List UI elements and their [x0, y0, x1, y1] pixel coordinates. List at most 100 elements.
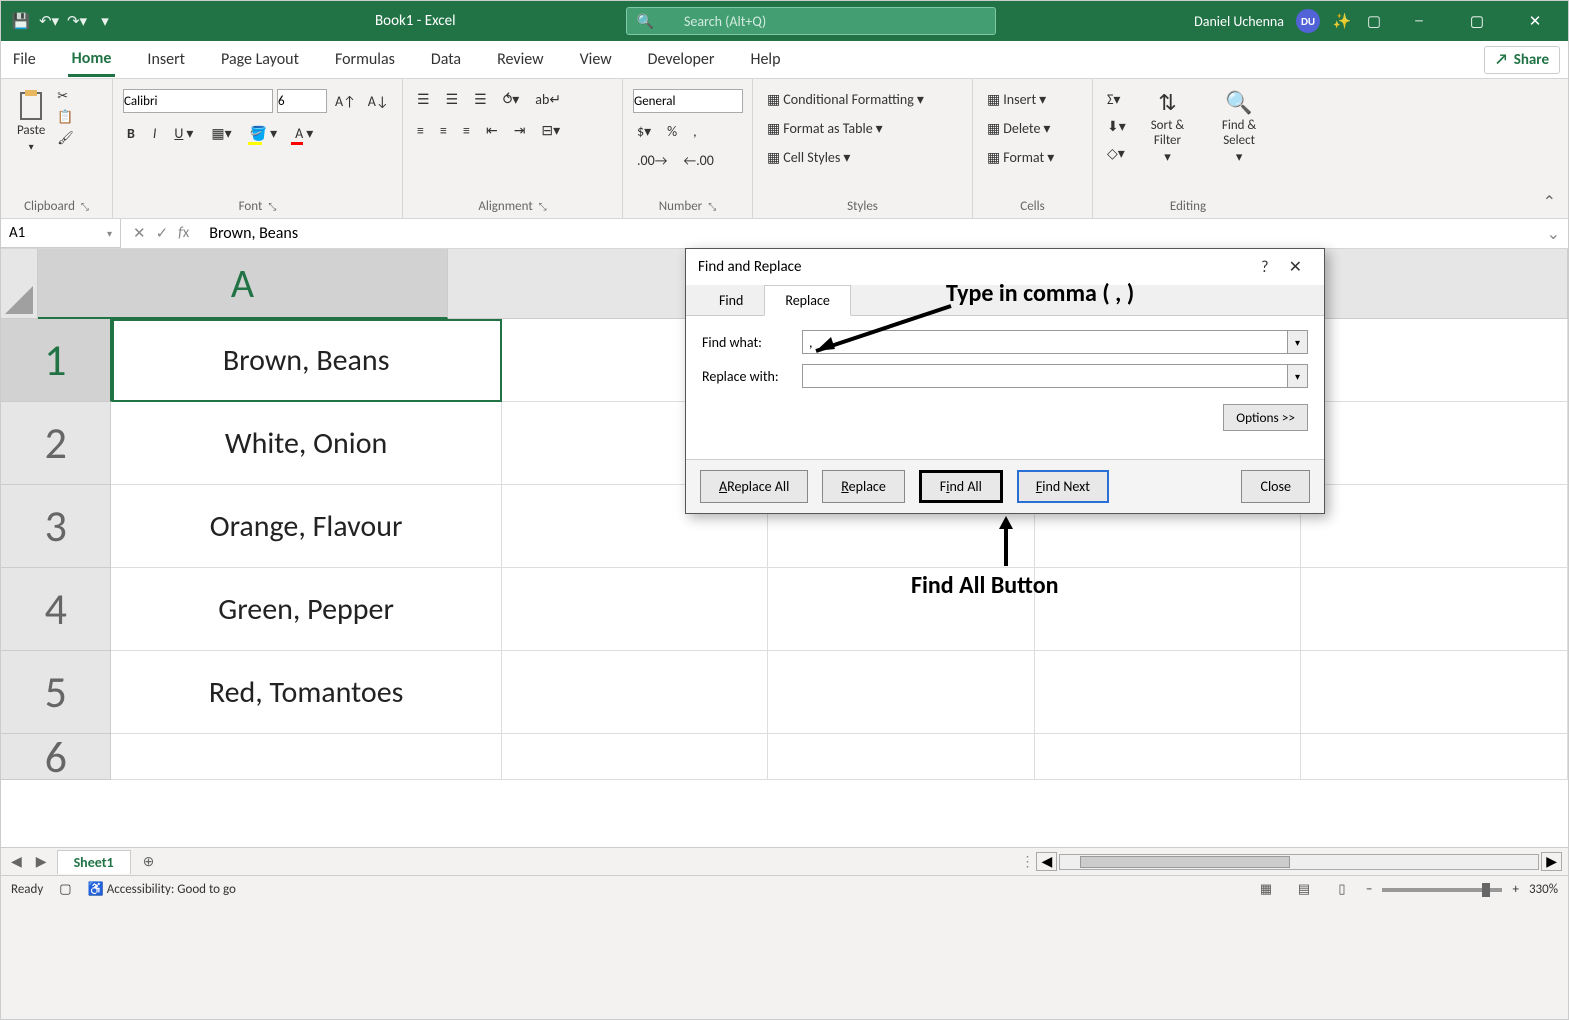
chevron-down-icon[interactable]: ▾: [1287, 365, 1307, 387]
delete-cells-button[interactable]: ▦ Delete ▾: [983, 118, 1054, 139]
format-as-table-button[interactable]: ▦ Format as Table ▾: [763, 118, 887, 139]
cell[interactable]: [502, 734, 769, 780]
tab-help[interactable]: Help: [746, 44, 784, 75]
maximize-icon[interactable]: ▢: [1454, 1, 1500, 41]
cancel-formula-icon[interactable]: ✕: [133, 224, 146, 243]
cell[interactable]: Green, Pepper: [111, 568, 501, 651]
chevron-down-icon[interactable]: ▾: [1287, 331, 1307, 353]
undo-icon[interactable]: ↶▾: [39, 11, 59, 31]
cell[interactable]: [1301, 734, 1568, 780]
align-middle-icon[interactable]: ☰: [442, 89, 463, 110]
options-button[interactable]: Options >>: [1223, 404, 1308, 431]
align-top-icon[interactable]: ☰: [413, 89, 434, 110]
coming-soon-icon[interactable]: ✨: [1332, 11, 1352, 31]
dialog-help-icon[interactable]: ?: [1251, 258, 1278, 277]
cell[interactable]: [1035, 568, 1302, 651]
find-next-button[interactable]: Find NextFind Next: [1017, 470, 1109, 503]
add-sheet-icon[interactable]: ⊕: [137, 853, 161, 870]
insert-cells-button[interactable]: ▦ Insert ▾: [983, 89, 1050, 110]
cell[interactable]: [502, 568, 769, 651]
row-header[interactable]: 2: [1, 402, 111, 485]
cell[interactable]: Brown, Beans: [112, 319, 502, 402]
underline-button[interactable]: U▾: [170, 123, 197, 144]
cell[interactable]: [768, 568, 1035, 651]
currency-icon[interactable]: $▾: [633, 121, 655, 142]
comma-icon[interactable]: ,: [689, 121, 701, 142]
font-size-combo[interactable]: [277, 89, 327, 113]
zoom-in-icon[interactable]: +: [1512, 882, 1518, 897]
align-left-icon[interactable]: ≡: [413, 120, 428, 141]
cell[interactable]: [1301, 319, 1568, 402]
row-header[interactable]: 1: [1, 319, 112, 402]
fill-color-icon[interactable]: 🪣▾: [246, 123, 281, 144]
expand-formula-bar-icon[interactable]: ⌄: [1539, 224, 1568, 244]
macro-record-icon[interactable]: ▢: [59, 882, 71, 897]
hscrollbar[interactable]: [1059, 854, 1539, 870]
page-break-view-icon[interactable]: ▯: [1328, 880, 1356, 900]
format-painter-icon[interactable]: 🖌: [57, 131, 74, 146]
cut-icon[interactable]: ✂: [57, 89, 74, 104]
save-icon[interactable]: 💾: [11, 11, 31, 31]
cell[interactable]: [1035, 651, 1302, 734]
italic-button[interactable]: I: [149, 123, 161, 144]
replace-with-input[interactable]: ▾: [802, 364, 1308, 388]
scroll-split-icon[interactable]: ⋮: [1020, 853, 1034, 870]
cell[interactable]: Orange, Flavour: [111, 485, 501, 568]
font-name-combo[interactable]: [123, 89, 273, 113]
copy-icon[interactable]: 📋: [57, 110, 74, 125]
orientation-icon[interactable]: ⥀▾: [499, 89, 524, 110]
cell[interactable]: [1301, 402, 1568, 485]
select-all-button[interactable]: [1, 249, 38, 319]
cell[interactable]: White, Onion: [111, 402, 501, 485]
row-header[interactable]: 4: [1, 568, 111, 651]
align-bottom-icon[interactable]: ☰: [470, 89, 491, 110]
dialog-launcher-icon[interactable]: ⤡: [539, 200, 547, 213]
tab-find[interactable]: Find: [698, 285, 764, 316]
align-right-icon[interactable]: ≡: [459, 120, 474, 141]
minimize-icon[interactable]: ─: [1396, 1, 1442, 41]
find-all-button[interactable]: Find AllFind All: [919, 470, 1003, 503]
tab-replace[interactable]: Replace: [764, 285, 850, 316]
sheet-nav-next-icon[interactable]: ▶: [32, 853, 51, 870]
zoom-level[interactable]: 330%: [1529, 882, 1558, 897]
formula-input[interactable]: Brown, Beans: [201, 224, 1538, 243]
percent-icon[interactable]: %: [663, 121, 681, 142]
tab-home[interactable]: Home: [68, 43, 116, 77]
increase-font-icon[interactable]: A↑: [331, 91, 360, 112]
cell[interactable]: [1301, 651, 1568, 734]
tab-review[interactable]: Review: [493, 44, 548, 75]
clear-icon[interactable]: ◇▾: [1103, 143, 1130, 164]
name-box[interactable]: A1▾: [1, 219, 121, 248]
zoom-out-icon[interactable]: −: [1366, 882, 1372, 897]
cell[interactable]: [1301, 485, 1568, 568]
page-layout-view-icon[interactable]: ▤: [1290, 880, 1318, 900]
row-header[interactable]: 3: [1, 485, 111, 568]
sheet-tab[interactable]: Sheet1: [57, 850, 131, 874]
accessibility-status[interactable]: ♿ Accessibility: Good to go: [88, 882, 236, 897]
increase-decimal-icon[interactable]: .00→: [633, 150, 671, 171]
cell[interactable]: [1035, 734, 1302, 780]
fx-icon[interactable]: fx: [178, 224, 189, 243]
fill-icon[interactable]: ⬇▾: [1103, 116, 1130, 137]
avatar[interactable]: DU: [1296, 9, 1320, 33]
conditional-formatting-button[interactable]: ▦ Conditional Formatting ▾: [763, 89, 928, 110]
increase-indent-icon[interactable]: ⇥: [510, 120, 530, 141]
decrease-decimal-icon[interactable]: ←.00: [679, 150, 717, 171]
find-select-button[interactable]: 🔍 Find & Select▾: [1205, 85, 1273, 169]
close-button[interactable]: Close: [1241, 470, 1310, 503]
enter-formula-icon[interactable]: ✓: [156, 224, 169, 243]
replace-button[interactable]: ReplaceReplace: [822, 470, 905, 503]
tab-developer[interactable]: Developer: [644, 44, 719, 75]
collapse-ribbon-icon[interactable]: ⌃: [1531, 79, 1568, 218]
number-format-combo[interactable]: [633, 89, 743, 113]
close-icon[interactable]: ✕: [1512, 1, 1558, 41]
cell-styles-button[interactable]: ▦ Cell Styles ▾: [763, 147, 854, 168]
replace-all-button[interactable]: AReplace AllReplace All: [700, 470, 808, 503]
cell[interactable]: [768, 651, 1035, 734]
dialog-launcher-icon[interactable]: ⤡: [708, 200, 716, 213]
decrease-indent-icon[interactable]: ⇤: [482, 120, 502, 141]
tab-insert[interactable]: Insert: [143, 44, 189, 75]
column-header[interactable]: [1288, 249, 1568, 319]
redo-icon[interactable]: ↷▾: [67, 11, 87, 31]
tab-formulas[interactable]: Formulas: [331, 44, 399, 75]
